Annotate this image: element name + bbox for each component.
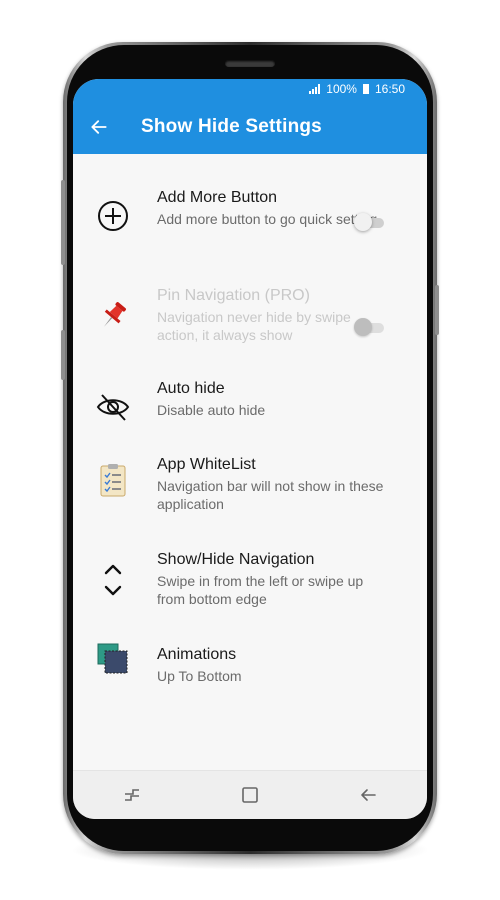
setting-auto-hide[interactable]: Auto hide Disable auto hide	[73, 369, 427, 447]
app-bar: Show Hide Settings	[73, 99, 427, 154]
chevron-up-down-icon	[95, 562, 131, 598]
page-title: Show Hide Settings	[141, 115, 322, 137]
setting-pin-navigation[interactable]: Pin Navigation (PRO) Navigation never hi…	[73, 259, 427, 369]
setting-app-whitelist[interactable]: App WhiteList Navigation bar will not sh…	[73, 447, 427, 542]
clipboard-checklist-icon	[95, 462, 131, 498]
volume-button	[61, 180, 65, 265]
battery-icon	[362, 84, 369, 94]
setting-title: Add More Button	[157, 189, 278, 206]
eye-off-icon	[95, 389, 131, 425]
setting-subtitle: Disable auto hide	[157, 402, 266, 418]
overlapping-squares-icon	[95, 641, 131, 677]
earpiece-speaker	[225, 60, 275, 67]
power-button	[435, 285, 439, 335]
setting-title: Animations	[157, 646, 237, 663]
navigation-bar	[73, 770, 427, 819]
phone-screen: 100% 16:50 Show Hide Settings Add More B…	[73, 79, 427, 819]
recents-icon[interactable]	[121, 784, 143, 806]
setting-show-hide-navigation[interactable]: Show/Hide Navigation Swipe in from the l…	[73, 542, 427, 637]
setting-title: Show/Hide Navigation	[157, 551, 315, 568]
add-circle-icon	[95, 198, 131, 234]
battery-percent: 100%	[326, 82, 357, 96]
status-bar: 100% 16:50	[73, 79, 427, 99]
pin-navigation-toggle[interactable]	[354, 318, 386, 336]
setting-title: Pin Navigation (PRO)	[157, 287, 310, 304]
back-arrow-icon[interactable]	[89, 117, 109, 137]
settings-list: Add More Button Add more button to go qu…	[73, 154, 427, 707]
home-icon[interactable]	[239, 784, 261, 806]
bixby-button	[61, 330, 65, 380]
setting-animations[interactable]: Animations Up To Bottom	[73, 637, 427, 707]
signal-icon	[309, 84, 321, 94]
pushpin-icon	[95, 298, 131, 334]
add-more-button-toggle[interactable]	[354, 213, 386, 231]
setting-subtitle: Add more button to go quick setting	[157, 211, 378, 227]
setting-title: Auto hide	[157, 380, 225, 397]
setting-title: App WhiteList	[157, 456, 256, 473]
setting-subtitle: Swipe in from the left or swipe up from …	[157, 573, 364, 607]
clock: 16:50	[374, 82, 405, 96]
setting-subtitle: Up To Bottom	[157, 668, 242, 684]
setting-subtitle: Navigation never hide by swipe action, i…	[157, 309, 351, 343]
back-icon[interactable]	[357, 784, 379, 806]
setting-add-more-button[interactable]: Add More Button Add more button to go qu…	[73, 164, 427, 259]
setting-subtitle: Navigation bar will not show in these ap…	[157, 478, 384, 512]
